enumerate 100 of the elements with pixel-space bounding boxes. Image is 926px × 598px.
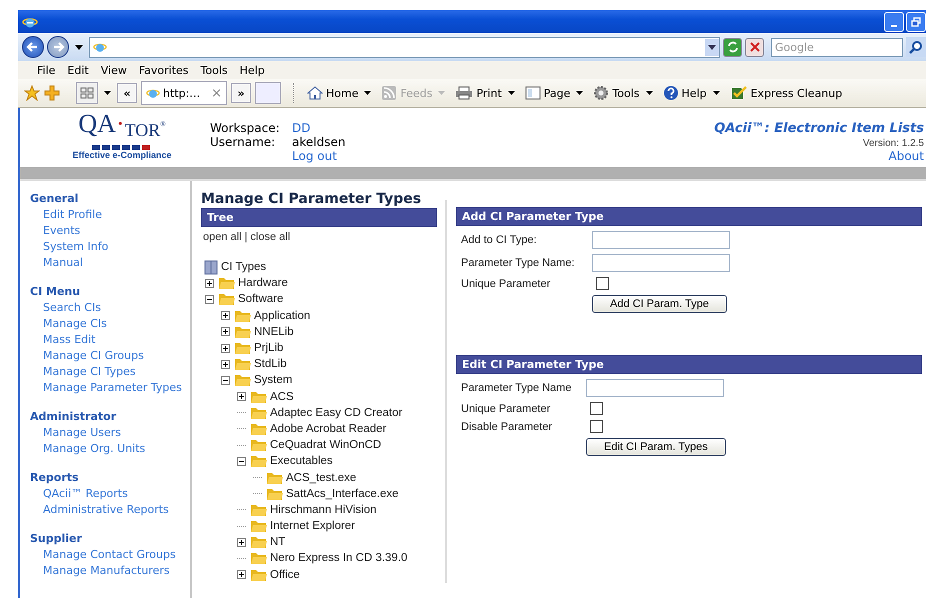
nav-link[interactable]: Manual	[30, 255, 190, 271]
nav-link[interactable]: Manage Org. Units	[30, 441, 190, 457]
expander-icon[interactable]	[237, 538, 246, 547]
nav-link[interactable]: System Info	[30, 239, 190, 255]
nav-link[interactable]: QAcii™ Reports	[30, 486, 190, 502]
forward-button[interactable]	[47, 36, 69, 58]
field-label: Add to CI Type:	[461, 234, 538, 246]
nav-link[interactable]: Events	[30, 223, 190, 239]
caret-icon[interactable]	[364, 91, 372, 95]
expander-icon[interactable]	[221, 327, 230, 336]
address-field[interactable]	[89, 36, 720, 58]
nav-link[interactable]: Manage CIs	[30, 316, 190, 332]
menu-item[interactable]: File	[32, 64, 60, 76]
tree-node[interactable]: NNELib	[254, 326, 294, 338]
caret-icon[interactable]	[646, 91, 653, 95]
expander-icon[interactable]	[205, 294, 214, 304]
tab-list-button[interactable]	[76, 82, 98, 104]
plus-icon[interactable]	[44, 85, 60, 101]
toolbar-button[interactable]: Express Cleanup	[730, 85, 842, 101]
expander-icon[interactable]	[237, 456, 246, 466]
toolbar-button[interactable]: Page	[524, 85, 570, 101]
tree-node[interactable]: Nero Express In CD 3.39.0	[270, 552, 408, 564]
tree-node[interactable]: Software	[238, 293, 284, 306]
search-field[interactable]: Google	[771, 38, 903, 56]
menu-item[interactable]: View	[96, 64, 132, 76]
logout-link[interactable]: Log out	[292, 149, 346, 163]
stop-button[interactable]	[745, 38, 764, 56]
field-label: Username:	[210, 135, 276, 149]
close-all-link[interactable]: close all	[250, 231, 290, 243]
about-link[interactable]: About	[888, 149, 924, 163]
tab-scroll-button[interactable]: »	[231, 83, 251, 103]
tree-node[interactable]: Adaptec Easy CD Creator	[270, 406, 402, 419]
tab-scroll-button[interactable]: «	[117, 83, 137, 103]
workspace-link[interactable]: DD	[292, 121, 346, 135]
toolbar-button[interactable]: Home	[307, 85, 358, 101]
caret-icon[interactable]	[712, 91, 720, 95]
browser-tab[interactable]: http:… ×	[141, 81, 227, 105]
expander-icon[interactable]	[221, 311, 230, 320]
nav-link[interactable]: Edit Profile	[30, 207, 190, 223]
nav-link[interactable]: Manage Contact Groups	[30, 547, 190, 563]
submit-button[interactable]: Edit CI Param. Types	[586, 438, 726, 456]
tree-node[interactable]: Hirschmann HiVision	[270, 504, 377, 516]
menu-item[interactable]: Favorites	[134, 64, 194, 76]
dropdown-button[interactable]	[705, 38, 719, 56]
restore-button[interactable]	[906, 12, 926, 32]
tree-node[interactable]: PrjLib	[254, 342, 284, 354]
menu-item[interactable]: Edit	[62, 64, 94, 76]
expander-icon[interactable]	[221, 360, 230, 369]
checkbox[interactable]	[596, 277, 609, 290]
tree-node[interactable]: ACS	[270, 390, 294, 403]
checkbox[interactable]	[590, 420, 603, 433]
open-all-link[interactable]: open all	[203, 231, 242, 243]
back-button[interactable]	[22, 36, 44, 58]
input-field[interactable]	[592, 231, 730, 249]
submit-button[interactable]: Add CI Param. Type	[592, 295, 727, 313]
search-button[interactable]	[906, 37, 926, 57]
close-tab-button[interactable]: ×	[211, 86, 222, 100]
tree-node[interactable]: System	[254, 374, 292, 386]
tree-node[interactable]: CeQuadrat WinOnCD	[270, 439, 382, 452]
nav-link[interactable]: Manage Manufacturers	[30, 563, 190, 579]
checkbox[interactable]	[590, 402, 603, 415]
input-field[interactable]	[592, 254, 730, 272]
nav-link[interactable]: Manage Parameter Types	[30, 380, 190, 396]
expander-icon[interactable]	[237, 392, 246, 402]
caret-icon[interactable]	[104, 91, 111, 95]
tree-node[interactable]: NT	[270, 536, 286, 548]
toolbar-button[interactable]: Tools	[593, 85, 640, 101]
nav-link[interactable]: Manage CI Types	[30, 364, 190, 380]
input-field[interactable]	[586, 379, 724, 397]
toolbar-button[interactable]: Print	[455, 85, 502, 101]
tree-node[interactable]: Adobe Acrobat Reader	[270, 422, 386, 435]
tree-node[interactable]: ACS_test.exe	[286, 472, 356, 484]
tree-node[interactable]: Application	[254, 310, 310, 322]
nav-link[interactable]: Search CIs	[30, 300, 190, 316]
nav-link[interactable]: Administrative Reports	[30, 502, 190, 518]
tree-node[interactable]: CI Types	[221, 261, 266, 274]
menu-item[interactable]: Tools	[196, 64, 233, 76]
expander-icon[interactable]	[221, 344, 230, 353]
caret-icon[interactable]	[576, 91, 584, 95]
toolbar-button[interactable]: Help	[662, 85, 707, 101]
tree-node[interactable]: StdLib	[254, 358, 287, 370]
nav-link[interactable]: Manage CI Groups	[30, 348, 190, 364]
tree-node[interactable]: SattAcs_Interface.exe	[286, 488, 399, 500]
star-icon[interactable]	[24, 85, 40, 101]
close-icon	[750, 42, 760, 52]
caret-icon[interactable]	[75, 44, 83, 50]
expander-icon[interactable]	[237, 570, 246, 580]
nav-heading: Supplier	[30, 531, 83, 547]
nav-link[interactable]: Mass Edit	[30, 332, 190, 348]
menu-item[interactable]: Help	[234, 64, 270, 76]
caret-icon[interactable]	[508, 91, 515, 95]
tree-node[interactable]: Hardware	[238, 277, 288, 290]
tree-node[interactable]: Internet Explorer	[270, 520, 356, 532]
expander-icon[interactable]	[221, 376, 230, 385]
tree-node[interactable]: Office	[270, 568, 300, 581]
expander-icon[interactable]	[205, 278, 214, 288]
minimize-button[interactable]	[884, 12, 904, 32]
nav-link[interactable]: Manage Users	[30, 425, 190, 441]
folder-icon	[250, 534, 268, 550]
tree-node[interactable]: Executables	[270, 455, 333, 468]
